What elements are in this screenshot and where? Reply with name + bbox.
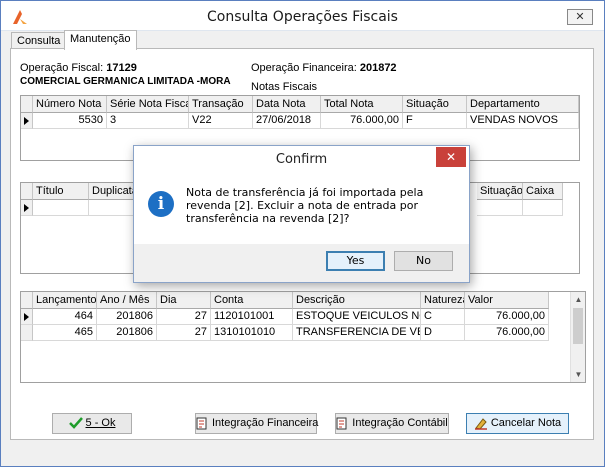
- cell-transacao[interactable]: V22: [189, 113, 253, 129]
- cell-situacao[interactable]: F: [403, 113, 467, 129]
- col-conta[interactable]: Conta: [211, 292, 293, 309]
- cell-empty[interactable]: [523, 200, 563, 216]
- window-close-button[interactable]: ✕: [567, 9, 593, 25]
- lancamentos-scrollbar[interactable]: ▲ ▼: [570, 292, 585, 382]
- tab-consulta-label: Consulta: [17, 35, 61, 47]
- op-financeira-label: Operação Financeira:: [251, 62, 357, 74]
- col-valor[interactable]: Valor: [465, 292, 549, 309]
- row-indicator: [21, 309, 33, 325]
- cell-valor[interactable]: 76.000,00: [465, 325, 549, 341]
- grid-indicator-header: [21, 96, 33, 113]
- col-lancamento[interactable]: Lançamento: [33, 292, 97, 309]
- cell-empty[interactable]: [477, 200, 523, 216]
- row-pointer-icon: [24, 313, 29, 321]
- ok-button-label: 5 - Ok: [85, 417, 116, 429]
- col-descricao[interactable]: Descrição: [293, 292, 421, 309]
- window-title: Consulta Operações Fiscais: [207, 9, 398, 25]
- grid-indicator-header: [21, 183, 33, 200]
- col-total-nota[interactable]: Total Nota: [321, 96, 403, 113]
- row-pointer-icon: [24, 117, 29, 125]
- integracao-financeira-label: Integração Financeira: [212, 417, 319, 429]
- cell-valor[interactable]: 76.000,00: [465, 309, 549, 325]
- cell-natureza[interactable]: D: [421, 325, 465, 341]
- cell-lancamento[interactable]: 464: [33, 309, 97, 325]
- ok-button[interactable]: 5 - Ok: [52, 413, 132, 434]
- op-fiscal-label: Operação Fiscal:: [20, 62, 104, 74]
- tab-manutencao[interactable]: Manutenção: [64, 30, 137, 50]
- lancamentos-grid[interactable]: Lançamento Ano / Mês Dia Conta Descrição…: [20, 291, 586, 383]
- document-icon: [336, 417, 347, 430]
- cell-total-nota[interactable]: 76.000,00: [321, 113, 403, 129]
- row-pointer-icon: [24, 204, 29, 212]
- op-financeira-row: Operação Financeira: 201872: [251, 62, 397, 74]
- no-button[interactable]: No: [394, 251, 453, 271]
- dialog-title: Confirm: [275, 152, 328, 167]
- col-data-nota[interactable]: Data Nota: [253, 96, 321, 113]
- cell-departamento[interactable]: VENDAS NOVOS: [467, 113, 579, 129]
- cell-data-nota[interactable]: 27/06/2018: [253, 113, 321, 129]
- confirm-dialog: Confirm ✕ i Nota de transferência já foi…: [133, 145, 470, 283]
- integracao-contabil-button[interactable]: Integração Contábil: [335, 413, 449, 434]
- col-serie-nota[interactable]: Série Nota Fiscal: [107, 96, 189, 113]
- dialog-footer: Yes No: [134, 244, 469, 282]
- row-indicator: [21, 200, 33, 216]
- cell-empty[interactable]: [33, 200, 89, 216]
- dialog-body: i Nota de transferência já foi importada…: [134, 174, 469, 244]
- scroll-up-icon[interactable]: ▲: [571, 292, 586, 307]
- integracao-financeira-button[interactable]: Integração Financeira: [195, 413, 319, 434]
- cell-lancamento[interactable]: 465: [33, 325, 97, 341]
- dialog-message: Nota de transferência já foi importada p…: [186, 186, 424, 225]
- op-financeira-value: 201872: [359, 62, 397, 74]
- eraser-icon: [474, 417, 487, 430]
- tab-manutencao-label: Manutenção: [70, 33, 131, 45]
- cell-ano-mes[interactable]: 201806: [97, 325, 157, 341]
- col-natureza[interactable]: Natureza: [421, 292, 465, 309]
- cell-ano-mes[interactable]: 201806: [97, 309, 157, 325]
- document-icon: [196, 417, 207, 430]
- cell-dia[interactable]: 27: [157, 309, 211, 325]
- cancelar-nota-label: Cancelar Nota: [490, 417, 562, 429]
- yes-button[interactable]: Yes: [326, 251, 385, 271]
- scroll-down-icon[interactable]: ▼: [571, 367, 586, 382]
- cell-numero-nota[interactable]: 5530: [33, 113, 107, 129]
- col-departamento[interactable]: Departamento: [467, 96, 579, 113]
- dialog-close-button[interactable]: ✕: [436, 147, 466, 167]
- cancelar-nota-button[interactable]: Cancelar Nota: [466, 413, 569, 434]
- dialog-title-bar[interactable]: Confirm ✕: [134, 146, 469, 174]
- cell-natureza[interactable]: C: [421, 309, 465, 325]
- op-fiscal-value: 17129: [106, 62, 137, 74]
- company-name: COMERCIAL GERMANICA LIMITADA -MORA: [20, 76, 231, 87]
- tab-consulta[interactable]: Consulta: [11, 32, 67, 49]
- info-icon: i: [148, 191, 174, 217]
- cell-serie[interactable]: 3: [107, 113, 189, 129]
- col-dia[interactable]: Dia: [157, 292, 211, 309]
- col-caixa[interactable]: Caixa: [523, 183, 563, 200]
- cell-dia[interactable]: 27: [157, 325, 211, 341]
- integracao-contabil-label: Integração Contábil: [352, 417, 448, 429]
- scroll-thumb[interactable]: [573, 308, 583, 344]
- cell-descricao[interactable]: ESTOQUE VEICULOS NOVOS: [293, 309, 421, 325]
- cell-descricao[interactable]: TRANSFERENCIA DE VEICUL: [293, 325, 421, 341]
- col-transacao[interactable]: Transação: [189, 96, 253, 113]
- col-numero-nota[interactable]: Número Nota: [33, 96, 107, 113]
- op-fiscal-row: Operação Fiscal: 17129: [20, 62, 137, 74]
- title-bar[interactable]: Consulta Operações Fiscais ✕: [1, 1, 604, 31]
- notas-fiscais-label: Notas Fiscais: [251, 81, 318, 93]
- checkmark-icon: [68, 417, 83, 429]
- col-situacao[interactable]: Situação: [403, 96, 467, 113]
- cell-conta[interactable]: 1310101010: [211, 325, 293, 341]
- col-titulo[interactable]: Título: [33, 183, 89, 200]
- col-situacao-dup[interactable]: Situação: [477, 183, 523, 200]
- col-ano-mes[interactable]: Ano / Mês: [97, 292, 157, 309]
- grid-indicator-header: [21, 292, 33, 309]
- cell-conta[interactable]: 1120101001: [211, 309, 293, 325]
- row-indicator: [21, 325, 33, 341]
- row-indicator: [21, 113, 33, 129]
